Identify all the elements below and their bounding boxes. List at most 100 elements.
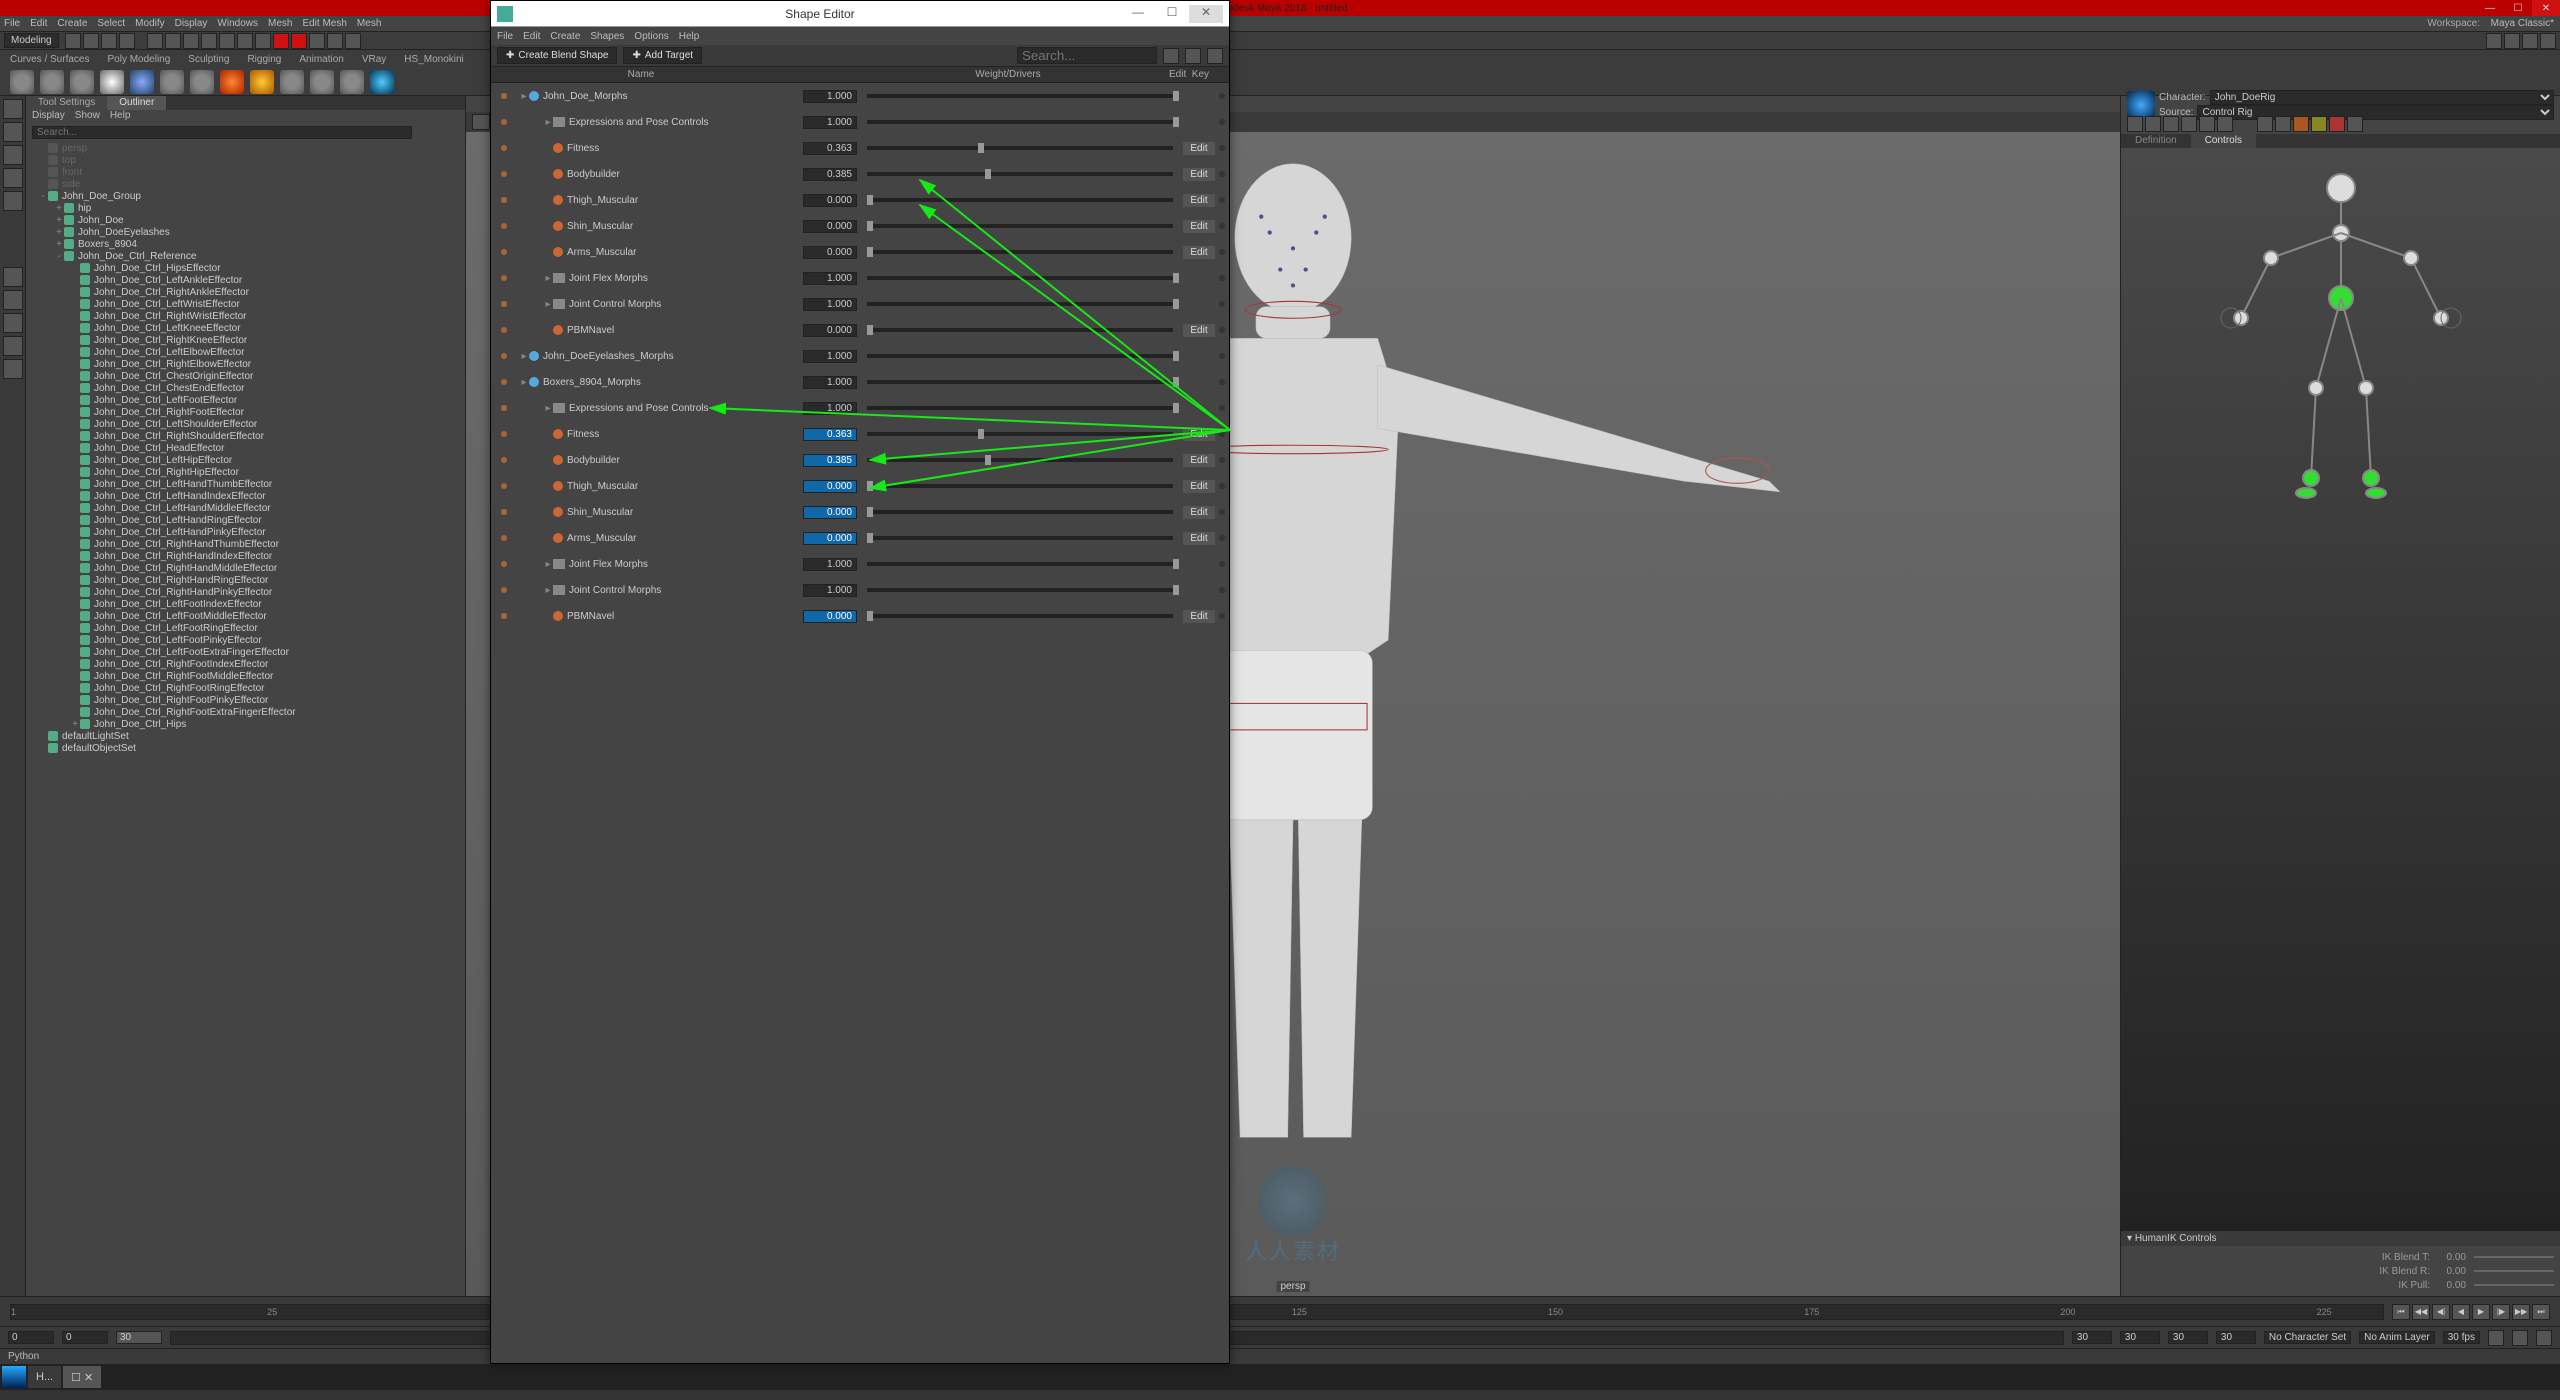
status-icon[interactable] — [327, 33, 343, 49]
key-dot[interactable] — [1219, 561, 1225, 567]
hik-icon[interactable] — [2311, 116, 2327, 132]
menu-edit-mesh[interactable]: Edit Mesh — [302, 18, 346, 29]
outliner-item[interactable]: +hip — [26, 202, 465, 214]
outliner-item[interactable]: John_Doe_Ctrl_RightFootMiddleEffector — [26, 670, 465, 682]
blend-shape-row[interactable]: Fitness 0.363 Edit — [491, 421, 1229, 447]
status-icon[interactable] — [101, 33, 117, 49]
expand-icon[interactable]: ▸ — [543, 117, 553, 128]
outliner-item[interactable]: +John_Doe — [26, 214, 465, 226]
rewind-start-icon[interactable]: ⏮ — [2392, 1304, 2410, 1320]
blend-shape-row[interactable]: ▸John_DoeEyelashes_Morphs 1.000 — [491, 343, 1229, 369]
hik-icon[interactable] — [2347, 116, 2363, 132]
se-icon[interactable] — [1207, 48, 1223, 64]
slider-value[interactable]: 0.00 — [2438, 1266, 2466, 1277]
hik-icon[interactable] — [2181, 116, 2197, 132]
scale-tool-icon[interactable] — [3, 191, 23, 211]
weight-slider[interactable] — [867, 198, 1173, 202]
autokey-icon[interactable] — [2488, 1330, 2504, 1346]
outliner-item[interactable]: John_Doe_Ctrl_LeftElbowEffector — [26, 346, 465, 358]
weight-slider[interactable] — [867, 406, 1173, 410]
outliner-item[interactable]: John_Doe_Ctrl_RightFootRingEffector — [26, 682, 465, 694]
se-menu-item[interactable]: Create — [550, 31, 580, 42]
weight-value[interactable]: 0.000 — [803, 532, 857, 545]
status-icon[interactable] — [165, 33, 181, 49]
blend-shape-row[interactable]: Arms_Muscular 0.000 Edit — [491, 525, 1229, 551]
outliner-item[interactable]: +John_DoeEyelashes — [26, 226, 465, 238]
status-icon[interactable] — [345, 33, 361, 49]
outliner-search[interactable] — [32, 126, 412, 139]
shelf-icon[interactable] — [100, 70, 124, 94]
layout-icon[interactable] — [2522, 33, 2538, 49]
weight-value[interactable]: 0.000 — [803, 246, 857, 259]
charset-dropdown[interactable]: No Character Set — [2264, 1331, 2351, 1344]
outliner-item[interactable]: John_Doe_Ctrl_LeftHipEffector — [26, 454, 465, 466]
weight-slider[interactable] — [867, 484, 1173, 488]
move-tool-icon[interactable] — [3, 145, 23, 165]
layout-icon[interactable] — [3, 359, 23, 379]
slider-value[interactable]: 0.00 — [2438, 1280, 2466, 1291]
outliner-item[interactable]: John_Doe_Ctrl_LeftHandRingEffector — [26, 514, 465, 526]
shelf-icon[interactable] — [280, 70, 304, 94]
outliner-item[interactable]: side — [26, 178, 465, 190]
weight-slider[interactable] — [867, 536, 1173, 540]
outliner-item[interactable]: John_Doe_Ctrl_LeftHandThumbEffector — [26, 478, 465, 490]
weight-value[interactable]: 0.000 — [803, 610, 857, 623]
weight-slider[interactable] — [867, 94, 1173, 98]
status-icon[interactable] — [65, 33, 81, 49]
se-menu-item[interactable]: Edit — [523, 31, 540, 42]
select-tool-icon[interactable] — [3, 99, 23, 119]
layout-icon[interactable] — [3, 313, 23, 333]
menu-mesh[interactable]: Mesh — [357, 18, 381, 29]
shelf-icon[interactable] — [70, 70, 94, 94]
slider-track[interactable] — [2474, 1284, 2554, 1286]
fps-dropdown[interactable]: 30 fps — [2443, 1331, 2480, 1344]
weight-slider[interactable] — [867, 146, 1173, 150]
shelf-tab[interactable]: Poly Modeling — [107, 54, 170, 65]
outliner-item[interactable]: John_Doe_Ctrl_LeftFootPinkyEffector — [26, 634, 465, 646]
shelf-icon[interactable] — [220, 70, 244, 94]
outliner-item[interactable]: John_Doe_Ctrl_ChestEndEffector — [26, 382, 465, 394]
outliner-item[interactable]: John_Doe_Ctrl_RightElbowEffector — [26, 358, 465, 370]
blend-shape-row[interactable]: Thigh_Muscular 0.000 Edit — [491, 473, 1229, 499]
add-target-button[interactable]: ✚ Add Target — [623, 47, 702, 64]
outliner-item[interactable]: John_Doe_Ctrl_LeftFootEffector — [26, 394, 465, 406]
edit-button[interactable]: Edit — [1183, 168, 1215, 181]
menu-file[interactable]: File — [4, 18, 20, 29]
status-icon[interactable] — [237, 33, 253, 49]
mode-dropdown[interactable]: Modeling — [4, 33, 59, 48]
weight-value[interactable]: 1.000 — [803, 298, 857, 311]
edit-button[interactable]: Edit — [1183, 454, 1215, 467]
weight-value[interactable]: 0.000 — [803, 506, 857, 519]
prefs-icon[interactable] — [2536, 1330, 2552, 1346]
weight-slider[interactable] — [867, 458, 1173, 462]
taskbar-item[interactable]: ☐ ✕ — [63, 1366, 101, 1388]
skeleton-view[interactable] — [2121, 148, 2560, 1231]
weight-slider[interactable] — [867, 276, 1173, 280]
outliner-item[interactable]: John_Doe_Ctrl_RightWristEffector — [26, 310, 465, 322]
weight-slider[interactable] — [867, 172, 1173, 176]
edit-button[interactable]: Edit — [1183, 194, 1215, 207]
status-icon[interactable] — [83, 33, 99, 49]
key-dot[interactable] — [1219, 353, 1225, 359]
shape-editor-search[interactable] — [1017, 47, 1157, 64]
outliner-item[interactable]: John_Doe_Ctrl_RightHandMiddleEffector — [26, 562, 465, 574]
blend-shape-row[interactable]: Bodybuilder 0.385 Edit — [491, 447, 1229, 473]
layout-icon[interactable] — [2504, 33, 2520, 49]
slider-value[interactable]: 0.00 — [2438, 1252, 2466, 1263]
outliner-item[interactable]: John_Doe_Ctrl_LeftFootRingEffector — [26, 622, 465, 634]
shape-editor-titlebar[interactable]: Shape Editor — ☐ ✕ — [491, 1, 1229, 27]
outliner-item[interactable]: John_Doe_Ctrl_RightShoulderEffector — [26, 430, 465, 442]
se-menu-item[interactable]: Options — [634, 31, 668, 42]
key-dot[interactable] — [1219, 171, 1225, 177]
outliner-item[interactable]: John_Doe_Ctrl_LeftFootMiddleEffector — [26, 610, 465, 622]
weight-value[interactable]: 0.000 — [803, 194, 857, 207]
window-close[interactable]: ✕ — [1189, 5, 1223, 23]
vp-icon[interactable] — [472, 114, 490, 130]
key-dot[interactable] — [1219, 327, 1225, 333]
outliner-item[interactable]: top — [26, 154, 465, 166]
edit-button[interactable]: Edit — [1183, 220, 1215, 233]
weight-slider[interactable] — [867, 562, 1173, 566]
weight-slider[interactable] — [867, 614, 1173, 618]
weight-value[interactable]: 1.000 — [803, 402, 857, 415]
range-field[interactable] — [2216, 1331, 2256, 1344]
